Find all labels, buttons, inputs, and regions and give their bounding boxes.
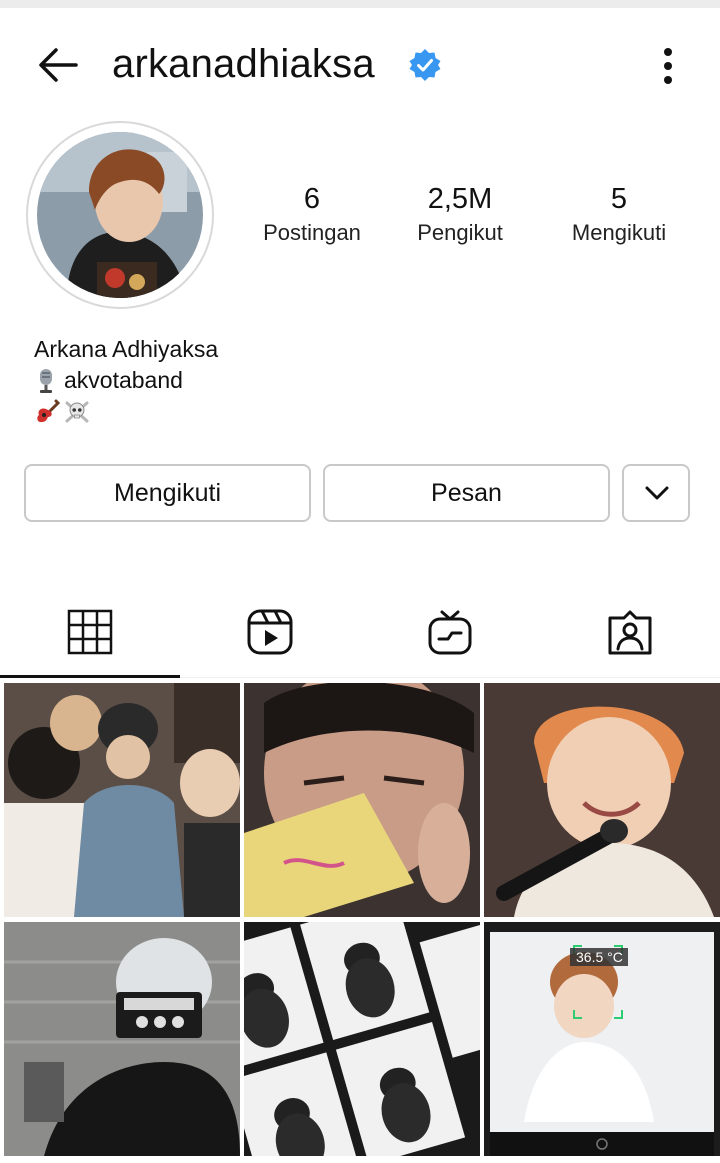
profile-bio: Arkana Adhiyaksa akvotaband: [34, 334, 218, 427]
profile-header: arkanadhiaksa: [0, 8, 720, 120]
temperature-readout: 36.5 °C: [576, 949, 623, 965]
reels-icon[interactable]: [246, 608, 294, 656]
stat-following[interactable]: 5 Mengikuti: [556, 180, 682, 248]
active-tab-indicator: [0, 675, 180, 678]
profile-avatar[interactable]: [26, 121, 214, 309]
post-thumbnail[interactable]: [4, 683, 240, 917]
microphone-icon: [40, 368, 52, 393]
igtv-icon[interactable]: [426, 608, 474, 656]
suggested-dropdown-button[interactable]: [622, 464, 690, 522]
grid-icon[interactable]: [66, 608, 114, 656]
skull-crossbones-icon: [65, 401, 89, 422]
bio-line-band: akvotaband: [34, 365, 218, 396]
stat-followers[interactable]: 2,5M Pengikut: [400, 180, 520, 248]
more-vertical-icon[interactable]: [650, 44, 686, 88]
post-thumbnail[interactable]: [244, 683, 480, 917]
stat-following-count: 5: [610, 183, 628, 215]
guitar-icon: [37, 399, 60, 422]
stat-posts-count: 6: [303, 183, 321, 215]
bio-name: Arkana Adhiyaksa: [34, 336, 219, 362]
post-thumbnail[interactable]: [484, 683, 720, 917]
tagged-icon[interactable]: [606, 608, 654, 656]
profile-username: arkanadhiaksa: [112, 42, 375, 86]
bio-band-text: akvotaband: [64, 367, 183, 393]
following-button[interactable]: Mengikuti: [24, 464, 311, 522]
bio-line-emoji: [34, 396, 218, 427]
stat-following-label: Mengikuti: [571, 220, 667, 245]
arrow-left-icon[interactable]: [36, 46, 80, 84]
post-thumbnail[interactable]: 36.5 °C: [484, 922, 720, 1156]
stat-followers-label: Pengikut: [417, 220, 503, 245]
post-thumbnail[interactable]: [4, 922, 240, 1156]
stat-posts[interactable]: 6 Postingan: [246, 180, 378, 248]
post-thumbnail[interactable]: [244, 922, 480, 1156]
stat-posts-label: Postingan: [263, 220, 361, 245]
status-bar-strip: [0, 0, 720, 8]
avatar-photo: [37, 132, 203, 298]
verified-badge-icon: [409, 49, 441, 81]
chevron-down-icon: [645, 486, 669, 500]
message-button[interactable]: Pesan: [323, 464, 610, 522]
stat-followers-count: 2,5M: [427, 183, 493, 215]
